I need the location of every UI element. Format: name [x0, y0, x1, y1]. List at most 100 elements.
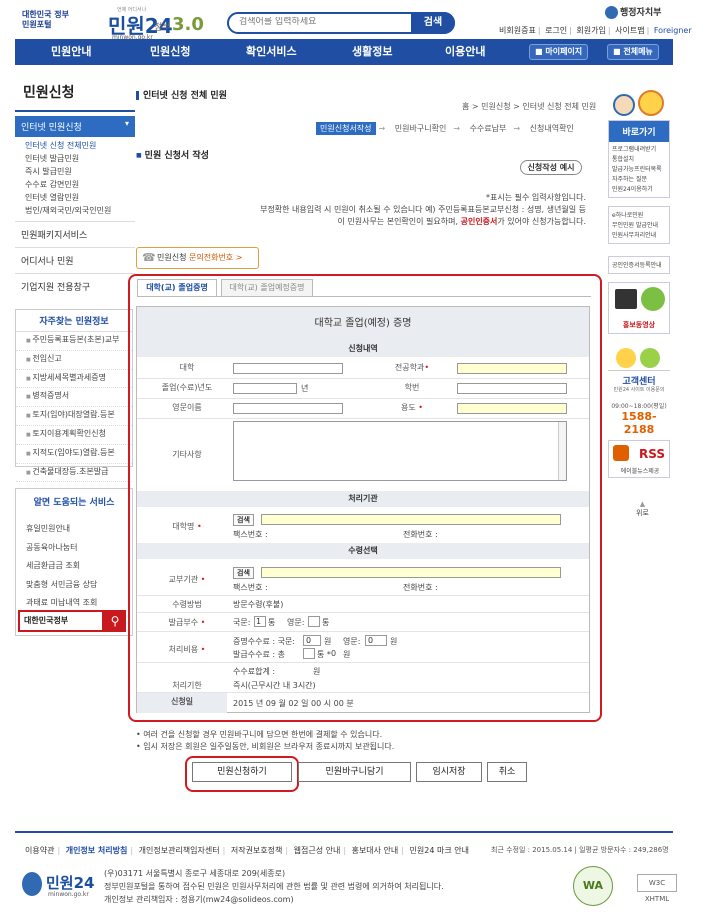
help-item[interactable]: 휴일민원안내 — [16, 520, 132, 539]
sidebar-sub-instant[interactable]: 즉시 발급민원 — [25, 165, 135, 178]
footer-logo: 민원24 minwon.go.kr — [22, 870, 102, 900]
faq-item[interactable]: 토지(임야)대장열람.등본 — [16, 407, 132, 426]
notice-cert-b: 공인인증서 — [460, 217, 498, 226]
faq-item[interactable]: 전입신고 — [16, 351, 132, 370]
issuer-input[interactable] — [261, 567, 561, 578]
link-foreigner[interactable]: Foreigner — [654, 26, 692, 35]
university-input[interactable] — [233, 363, 343, 374]
service-item[interactable]: e하나로민원 — [609, 211, 669, 221]
copies-kor-input[interactable]: 1 — [254, 616, 266, 627]
quick-item[interactable]: 프로그램내려받기 — [609, 145, 669, 155]
nav-apply[interactable]: 민원신청 — [150, 39, 190, 65]
quick-item[interactable]: 민원24이용하기 — [609, 185, 669, 195]
link-nonmember[interactable]: 비회원증표 — [499, 26, 536, 35]
sidebar-sub-corporate[interactable]: 법인/재외국민/외국인민원 — [25, 204, 135, 217]
add-basket-button[interactable]: 민원바구니담기 — [298, 762, 411, 782]
copies-eng-input[interactable] — [308, 616, 320, 627]
nav-info[interactable]: 민원안내 — [51, 39, 91, 65]
copies-eng-label: 영문: — [287, 618, 305, 627]
section-institution: 처리기관 — [137, 491, 589, 507]
year-unit: 년 — [301, 384, 309, 393]
tab-graduation[interactable]: 대학(교) 졸업증명 — [137, 279, 217, 296]
student-id-input[interactable] — [457, 383, 567, 394]
temp-save-button[interactable]: 임시저장 — [416, 762, 482, 782]
nav-life[interactable]: 생활정보 — [352, 39, 392, 65]
footer-logo-sub: minwon.go.kr — [48, 891, 89, 898]
footer-ambassador[interactable]: 홍보대사 안내 — [352, 846, 399, 855]
textarea-scrollbar[interactable] — [558, 422, 566, 480]
help-item[interactable]: 맞춤형 서민금융 상담 — [16, 576, 132, 595]
cancel-button[interactable]: 취소 — [487, 762, 527, 782]
sidebar-item-anywhere[interactable]: 어디서나 민원 — [15, 247, 135, 273]
sidebar-sub-all[interactable]: 인터넷 신청 전체민원 — [25, 139, 135, 152]
quick-item[interactable]: 발급가능프린터목록 — [609, 165, 669, 175]
site-logo[interactable]: 대한민국 정부민원포털 언제 어디서나 민원24 minwon.go.kr 정부… — [22, 6, 204, 41]
footer-terms[interactable]: 이용약관 — [25, 846, 54, 855]
grad-year-input[interactable] — [233, 383, 297, 394]
sidebar-sub-fee-reduction[interactable]: 수수료 감면민원 — [25, 178, 135, 191]
search-bar: 검색 — [227, 12, 455, 34]
major-input[interactable] — [457, 363, 567, 374]
rss-block[interactable]: RSS 에이블뉴스제공 — [608, 440, 670, 478]
menu-icon: ■ — [613, 47, 624, 56]
gov-search-box[interactable]: 대한민국정부 — [18, 610, 104, 632]
faq-item[interactable]: 병적증명서 — [16, 388, 132, 408]
fee-total-unit: 원 — [313, 667, 321, 676]
gov-search-icon[interactable]: ⚲ — [104, 610, 126, 632]
issuer-search-button[interactable]: 검색 — [233, 567, 254, 579]
footer-privacy[interactable]: 개인정보 처리방침 — [66, 846, 128, 855]
example-button[interactable]: 신청작성 예시 — [520, 160, 582, 175]
help-item[interactable]: 공동육아나눔터 — [16, 539, 132, 558]
apply-button[interactable]: 민원신청하기 — [192, 762, 292, 782]
help-item[interactable]: 세금환급금 조회 — [16, 557, 132, 576]
quick-item[interactable]: 자주하는 질문 — [609, 175, 669, 185]
quick-item[interactable]: 통합설치 — [609, 155, 669, 165]
promo-video[interactable]: 홍보동영상 — [608, 282, 670, 334]
purpose-input[interactable] — [457, 403, 567, 414]
inquiry-phone-button[interactable]: 민원신청 문의전화번호 > — [136, 247, 259, 269]
mypage-button[interactable]: ■ 마이페이지 — [529, 44, 589, 60]
univ-name-input[interactable] — [261, 514, 561, 525]
nav-verify[interactable]: 확인서비스 — [246, 39, 297, 65]
step-fee: 수수료납부 — [469, 124, 507, 133]
row-divider — [137, 418, 589, 419]
search-button[interactable]: 검색 — [411, 12, 455, 34]
section-receive: 수령선택 — [137, 543, 589, 559]
service-item[interactable]: 무인민원 발급안내 — [609, 221, 669, 231]
faq-item[interactable]: 지적도(임야도)열람.등본 — [16, 445, 132, 464]
link-login[interactable]: 로그인 — [545, 26, 567, 35]
link-join[interactable]: 회원가입 — [576, 26, 605, 35]
sidebar-item-internet-apply[interactable]: 인터넷 민원신청 — [15, 116, 135, 137]
tab-expected-graduation[interactable]: 대학(교) 졸업예정증명 — [221, 279, 313, 296]
fee-cert-eng-input[interactable]: 0 — [365, 635, 387, 646]
note-temp-save: • 임시 저장은 회원은 일주일동안, 비회원은 브라우저 종료시까지 보관됩니… — [136, 742, 395, 751]
sidebar-item-package[interactable]: 민원패키지서비스 — [15, 221, 135, 247]
footer-mark[interactable]: 민원24 마크 안내 — [410, 846, 469, 855]
faq-item[interactable]: 주민등록표등본(초본)교부 — [16, 332, 132, 351]
sidebar-item-business[interactable]: 기업지원 전용창구 — [15, 273, 135, 299]
back-to-top[interactable]: ▲ 위로 — [636, 500, 649, 518]
all-menu-button[interactable]: ■ 전체메뉴 — [607, 44, 659, 60]
nav-guide[interactable]: 이용안내 — [445, 39, 485, 65]
ministry-logo[interactable]: 행정자치부 — [605, 5, 661, 19]
faq-item[interactable]: 건축물대장등.초본발급 — [16, 464, 132, 483]
service-item[interactable]: 민원사무처리안내 — [609, 231, 669, 241]
fee-cert-kor-input[interactable]: 0 — [303, 635, 321, 646]
link-sitemap[interactable]: 사이트맵 — [615, 26, 644, 35]
footer-accessibility[interactable]: 웹접근성 안내 — [294, 846, 341, 855]
eng-name-input[interactable] — [233, 403, 343, 414]
sidebar-sub-view[interactable]: 인터넷 열람민원 — [25, 191, 135, 204]
footer-address: (우)03171 서울특별시 종로구 세종대로 209(세종로) 정부민원포털을… — [104, 867, 444, 906]
faq-item[interactable]: 토지이용계획확인신청 — [16, 426, 132, 445]
search-input[interactable] — [239, 17, 409, 27]
sidebar-sub-issue[interactable]: 인터넷 발급민원 — [25, 152, 135, 165]
etc-textarea[interactable] — [233, 421, 567, 481]
cert-guide-link[interactable]: 공인인증서등록안내 — [609, 261, 669, 271]
issuer-text: 교부기관 — [168, 575, 199, 584]
footer-copyright[interactable]: 저작권보호정책 — [231, 846, 283, 855]
univ-search-button[interactable]: 검색 — [233, 514, 254, 526]
footer-privacy-center[interactable]: 개인정보관리책임자센터 — [139, 846, 220, 855]
inquiry-phone-label: 문의전화번호 — [189, 253, 234, 262]
fee-issue-copies-input[interactable] — [303, 648, 315, 659]
faq-item[interactable]: 지방세세목별과세증명 — [16, 370, 132, 389]
